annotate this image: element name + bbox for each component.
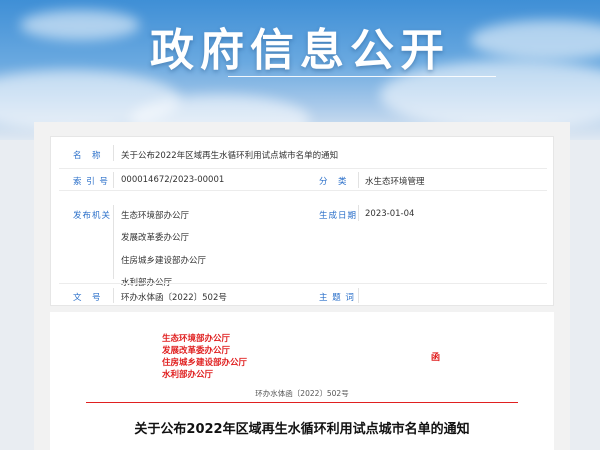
date-label: 生成日期 <box>319 211 358 221</box>
divider <box>358 288 359 303</box>
document-title: 关于公布2022年区域再生水循环利用试点城市名单的通知 <box>134 422 470 437</box>
date-value: 2023-01-04 <box>365 209 415 219</box>
divider <box>113 205 114 279</box>
issuer-1: 生态环境部办公厅 <box>162 334 231 344</box>
docno-value: 环办水体函〔2022〕502号 <box>121 293 227 303</box>
banner-title: 政府信息公开 <box>150 25 450 76</box>
index-label: 索 引 号 <box>73 177 109 187</box>
publisher-2: 发展改革委办公厅 <box>121 233 190 243</box>
issuer-2: 发展改革委办公厅 <box>162 346 231 356</box>
issuer-4: 水利部办公厅 <box>162 370 214 380</box>
category-label: 分 类 <box>319 177 348 187</box>
divider <box>113 145 114 161</box>
banner-underline <box>228 76 496 77</box>
publisher-label: 发布机关 <box>73 211 112 221</box>
red-separator <box>86 402 518 403</box>
docno-label: 文 号 <box>73 293 102 303</box>
metadata-row-index: 索 引 号 000014672/2023-00001 分 类 水生态环境管理 <box>51 169 555 191</box>
metadata-row-publisher: 发布机关 生态环境部办公厅 发展改革委办公厅 住房城乡建设部办公厅 水利部办公厅… <box>51 191 555 288</box>
metadata-row-name: 名 称 关于公布2022年区域再生水循环利用试点城市名单的通知 <box>51 137 555 169</box>
divider <box>358 205 359 221</box>
letter-mark: 函 <box>431 353 441 363</box>
category-value: 水生态环境管理 <box>365 177 425 187</box>
divider <box>358 172 359 188</box>
name-value: 关于公布2022年区域再生水循环利用试点城市名单的通知 <box>121 151 339 161</box>
row-divider <box>59 283 547 284</box>
document-number: 环办水体函〔2022〕502号 <box>255 389 349 398</box>
publisher-1: 生态环境部办公厅 <box>121 211 190 221</box>
document-body: 生态环境部办公厅 发展改革委办公厅 住房城乡建设部办公厅 水利部办公厅 函 环办… <box>50 312 554 450</box>
issuer-3: 住房城乡建设部办公厅 <box>162 358 248 368</box>
page-banner: 政府信息公开 <box>0 0 600 140</box>
divider <box>113 288 114 303</box>
metadata-table: 名 称 关于公布2022年区域再生水循环利用试点城市名单的通知 索 引 号 00… <box>50 136 554 306</box>
publisher-3: 住房城乡建设部办公厅 <box>121 256 207 266</box>
name-label: 名 称 <box>73 151 102 161</box>
metadata-row-docno: 文 号 环办水体函〔2022〕502号 主 题 词 <box>51 283 555 307</box>
index-value: 000014672/2023-00001 <box>121 175 225 185</box>
subject-label: 主 题 词 <box>319 293 355 303</box>
content-area: 名 称 关于公布2022年区域再生水循环利用试点城市名单的通知 索 引 号 00… <box>34 122 570 450</box>
divider <box>113 172 114 188</box>
